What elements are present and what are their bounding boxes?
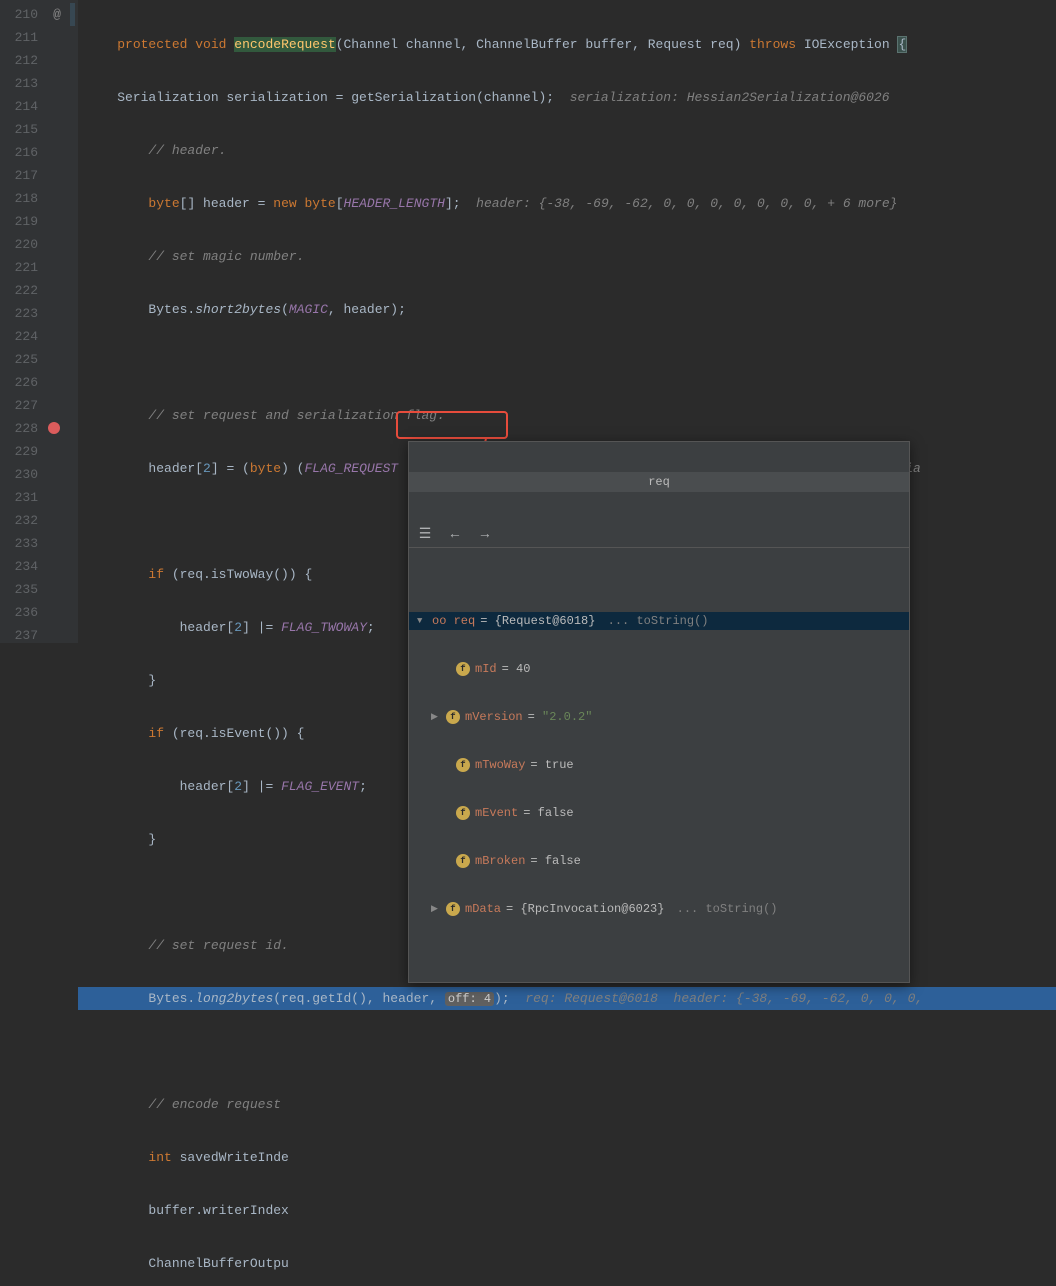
tree-field-node[interactable]: f mId = 40 <box>409 660 909 678</box>
tree-field-node[interactable]: f mEvent = false <box>409 804 909 822</box>
tree-field-node[interactable]: f mBroken = false <box>409 852 909 870</box>
gutter-indicator-column: @ <box>48 0 66 643</box>
popup-toolbar: ☰ ← → <box>409 522 909 548</box>
field-icon: f <box>456 758 470 772</box>
code-line: buffer.writerIndex <box>78 1199 1056 1222</box>
code-line: ChannelBufferOutpu <box>78 1252 1056 1275</box>
change-marker-strip <box>66 0 78 643</box>
tree-field-node[interactable]: ▶ f mData = {RpcInvocation@6023} ... toS… <box>409 900 909 918</box>
override-indicator[interactable]: @ <box>48 3 66 26</box>
line-number-gutter: 210 211 212 213 214 215 216 217 218 219 … <box>0 0 48 643</box>
code-line <box>78 351 1056 374</box>
code-line: int savedWriteInde <box>78 1146 1056 1169</box>
tree-field-node[interactable]: f mTwoWay = true <box>409 756 909 774</box>
popup-title: req <box>409 472 909 492</box>
code-line: protected void encodeRequest(Channel cha… <box>78 33 1056 56</box>
filter-icon[interactable]: ☰ <box>417 526 433 543</box>
variable-tree[interactable]: ▼ oo req = {Request@6018} ... toString()… <box>409 578 909 952</box>
code-line: // encode request <box>78 1093 1056 1116</box>
field-icon: f <box>446 902 460 916</box>
tree-field-node[interactable]: ▶ f mVersion = "2.0.2" <box>409 708 909 726</box>
expand-arrow-icon[interactable]: ▶ <box>431 904 441 914</box>
breakpoint-marker[interactable] <box>48 422 66 445</box>
field-icon: f <box>456 854 470 868</box>
code-line: // set magic number. <box>78 245 1056 268</box>
code-editor[interactable]: protected void encodeRequest(Channel cha… <box>78 0 1056 643</box>
debug-current-line: Bytes.long2bytes(req.getId(), header, of… <box>78 987 1056 1010</box>
code-line: Bytes.short2bytes(MAGIC, header); <box>78 298 1056 321</box>
code-line <box>78 1040 1056 1063</box>
expand-arrow-icon[interactable]: ▼ <box>417 616 427 626</box>
code-line: Serialization serialization = getSeriali… <box>78 86 1056 109</box>
code-line: // set request and serialization flag. <box>78 404 1056 427</box>
forward-icon[interactable]: → <box>477 527 493 543</box>
expand-arrow-icon[interactable]: ▶ <box>431 712 441 722</box>
field-icon: f <box>456 806 470 820</box>
code-line: byte[] header = new byte[HEADER_LENGTH];… <box>78 192 1056 215</box>
field-icon: f <box>446 710 460 724</box>
tree-root-node[interactable]: ▼ oo req = {Request@6018} ... toString() <box>409 612 909 630</box>
field-icon: f <box>456 662 470 676</box>
code-line: // header. <box>78 139 1056 162</box>
debug-variable-popup[interactable]: req ☰ ← → ▼ oo req = {Request@6018} ... … <box>408 441 910 983</box>
back-icon[interactable]: ← <box>447 527 463 543</box>
